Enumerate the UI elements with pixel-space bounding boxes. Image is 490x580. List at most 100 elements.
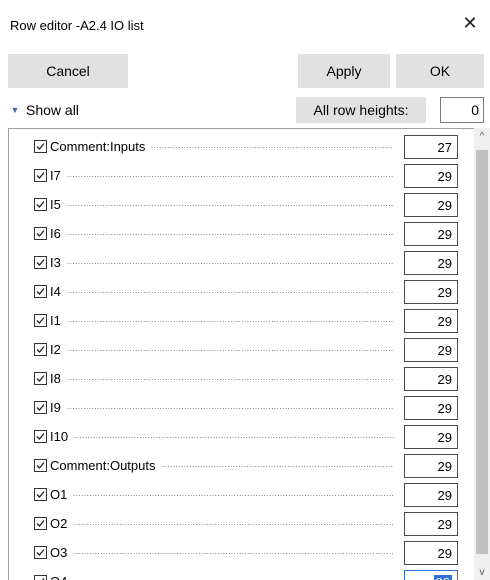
checkmark-icon: [36, 288, 45, 295]
row-height-value: 29: [437, 255, 452, 271]
list-item: O2......................................…: [9, 506, 464, 536]
row-height-value: 29: [437, 400, 452, 416]
scroll-up-arrow-icon[interactable]: ^: [474, 128, 490, 144]
row-height-input[interactable]: 29: [404, 425, 458, 449]
row-height-input[interactable]: 29: [404, 570, 458, 580]
scroll-thumb[interactable]: [476, 150, 488, 554]
row-height-input[interactable]: 29: [404, 512, 458, 536]
leader-dots: ........................................…: [67, 315, 394, 324]
leader-dots: ........................................…: [67, 199, 394, 208]
row-label: I3: [50, 255, 61, 270]
list-item: O1......................................…: [9, 477, 464, 507]
checkmark-icon: [36, 404, 45, 411]
row-visible-checkbox[interactable]: [34, 517, 47, 530]
row-visible-checkbox[interactable]: [34, 169, 47, 182]
row-visible-checkbox[interactable]: [34, 198, 47, 211]
row-label: O2: [50, 516, 68, 531]
leader-dots: ........................................…: [67, 344, 394, 353]
row-label: I8: [50, 371, 61, 386]
row-height-value: 29: [437, 197, 452, 213]
row-height-input[interactable]: 29: [404, 251, 458, 275]
row-height-input[interactable]: 29: [404, 193, 458, 217]
leader-dots: ........................................…: [162, 460, 394, 469]
row-visible-checkbox[interactable]: [34, 314, 47, 327]
row-label: O4: [50, 574, 67, 580]
row-visible-checkbox[interactable]: [34, 343, 47, 356]
checkmark-icon: [36, 172, 45, 179]
list-item: I1......................................…: [9, 303, 464, 333]
list-item: I4......................................…: [9, 274, 464, 304]
leader-dots: ........................................…: [73, 489, 394, 498]
checkmark-icon: [36, 201, 45, 208]
row-visible-checkbox[interactable]: [34, 227, 47, 240]
leader-dots: ........................................…: [74, 431, 394, 440]
checkmark-icon: [36, 230, 45, 237]
checkmark-icon: [36, 143, 45, 150]
show-all-checkbox[interactable]: ▼ Show all: [10, 100, 79, 120]
leader-dots: ........................................…: [67, 402, 394, 411]
row-height-input[interactable]: 29: [404, 454, 458, 478]
list-item: I9......................................…: [9, 390, 464, 420]
row-height-input[interactable]: 29: [404, 541, 458, 565]
row-label: Comment:Outputs: [50, 458, 156, 473]
checkmark-icon: [36, 317, 45, 324]
row-visible-checkbox[interactable]: [34, 575, 47, 580]
row-height-input[interactable]: 29: [404, 280, 458, 304]
list-item: I3......................................…: [9, 245, 464, 275]
row-visible-checkbox[interactable]: [34, 256, 47, 269]
apply-button[interactable]: Apply: [298, 54, 390, 88]
row-height-input[interactable]: 29: [404, 309, 458, 333]
show-all-label: Show all: [26, 102, 79, 118]
close-button[interactable]: ✕: [450, 0, 490, 46]
checkmark-icon: [36, 375, 45, 382]
checkmark-icon: [36, 433, 45, 440]
list-item: O4......................................…: [9, 564, 464, 580]
ok-button[interactable]: OK: [396, 54, 484, 88]
row-height-value: 29: [437, 545, 452, 561]
row-visible-checkbox[interactable]: [34, 372, 47, 385]
leader-dots: ........................................…: [67, 257, 394, 266]
all-row-heights-button[interactable]: All row heights:: [296, 97, 426, 123]
leader-dots: ........................................…: [73, 547, 394, 556]
row-height-input[interactable]: 29: [404, 367, 458, 391]
row-visible-checkbox[interactable]: [34, 285, 47, 298]
row-height-input[interactable]: 29: [404, 338, 458, 362]
row-visible-checkbox[interactable]: [34, 546, 47, 559]
all-row-heights-input[interactable]: 0: [440, 97, 484, 123]
leader-dots: ........................................…: [73, 576, 394, 580]
window-title: Row editor -A2.4 IO list: [10, 18, 144, 33]
row-list: Comment:Inputs..........................…: [8, 128, 490, 580]
checkmark-icon: [36, 491, 45, 498]
leader-dots: ........................................…: [151, 141, 394, 150]
title-bar: Row editor -A2.4 IO list ✕: [0, 0, 490, 46]
row-label: I5: [50, 197, 61, 212]
checkmark-icon: [36, 462, 45, 469]
list-item: I10.....................................…: [9, 419, 464, 449]
row-height-input[interactable]: 29: [404, 483, 458, 507]
list-item: I2......................................…: [9, 332, 464, 362]
row-height-input[interactable]: 27: [404, 135, 458, 159]
row-height-value: 29: [437, 371, 452, 387]
list-item: Comment:Inputs..........................…: [9, 129, 464, 159]
vertical-scrollbar[interactable]: ^ v: [474, 128, 490, 580]
row-label: I10: [50, 429, 69, 444]
scroll-down-arrow-icon[interactable]: v: [474, 564, 490, 580]
list-item: I6......................................…: [9, 216, 464, 246]
row-visible-checkbox[interactable]: [34, 140, 47, 153]
row-visible-checkbox[interactable]: [34, 459, 47, 472]
list-item: Comment:Outputs.........................…: [9, 448, 464, 478]
row-height-value: 29: [437, 516, 452, 532]
row-visible-checkbox[interactable]: [34, 488, 47, 501]
row-label: I4: [50, 284, 61, 299]
list-item: O3......................................…: [9, 535, 464, 565]
row-height-input[interactable]: 29: [404, 164, 458, 188]
row-height-input[interactable]: 29: [404, 222, 458, 246]
row-height-input[interactable]: 29: [404, 396, 458, 420]
checkmark-icon: ▼: [10, 105, 20, 115]
row-visible-checkbox[interactable]: [34, 430, 47, 443]
cancel-button[interactable]: Cancel: [8, 54, 128, 88]
row-height-value: 27: [437, 139, 452, 155]
row-label: I9: [50, 400, 61, 415]
row-visible-checkbox[interactable]: [34, 401, 47, 414]
list-item: I5......................................…: [9, 187, 464, 217]
